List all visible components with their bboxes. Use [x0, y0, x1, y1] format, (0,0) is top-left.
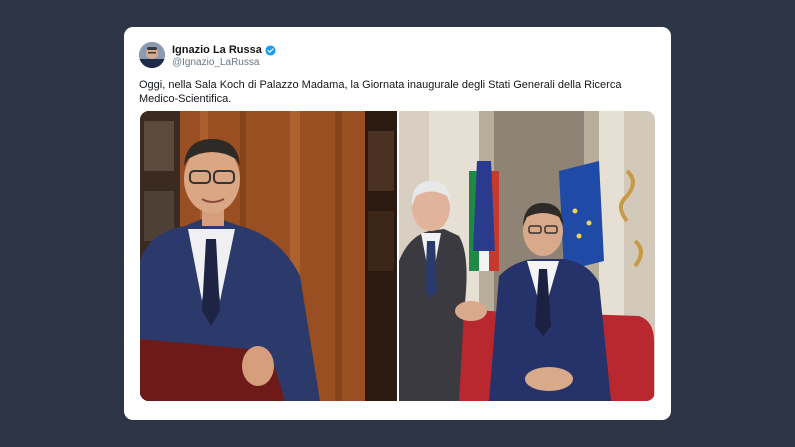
- media-photo-1[interactable]: [140, 111, 397, 401]
- tweet-text: Oggi, nella Sala Koch di Palazzo Madama,…: [139, 79, 622, 105]
- verified-badge-icon: [265, 44, 276, 56]
- photo-two-men-meeting-with-flags-icon: [399, 111, 655, 401]
- author-name-text: Ignazio La Russa: [172, 44, 262, 56]
- author-names: Ignazio La Russa @Ignazio_LaRussa: [172, 44, 276, 69]
- author-handle[interactable]: @Ignazio_LaRussa: [172, 56, 276, 69]
- tweet-media-grid: [140, 111, 655, 401]
- photo-speaker-at-podium-icon: [140, 111, 397, 401]
- tweet-card: Ignazio La Russa @Ignazio_LaRussa Oggi, …: [124, 27, 671, 420]
- author-avatar[interactable]: [139, 42, 165, 68]
- author-display-name[interactable]: Ignazio La Russa: [172, 44, 276, 56]
- media-photo-2[interactable]: [399, 111, 655, 401]
